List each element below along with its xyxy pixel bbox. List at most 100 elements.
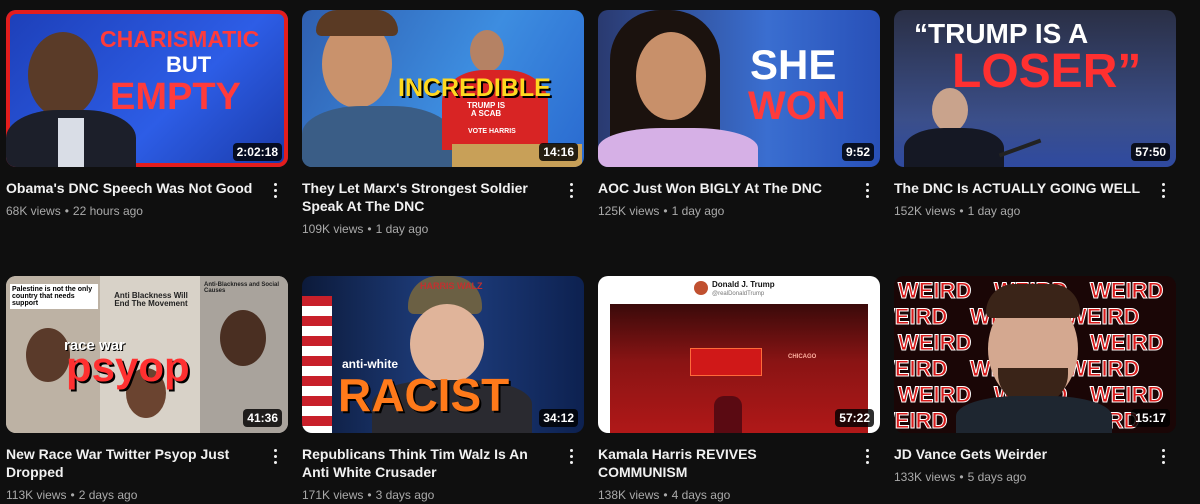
thumbnail-overlay-line: TRUMP IS A SCAB	[466, 101, 506, 118]
separator-dot: •	[663, 204, 668, 218]
view-count: 113K views	[6, 488, 67, 502]
weird-word: WEIRD	[897, 330, 972, 356]
video-title[interactable]: Obama's DNC Speech Was Not Good	[6, 179, 258, 197]
video-card: Palestine is not the only country that n…	[6, 276, 288, 503]
person-body	[904, 128, 1004, 167]
banner-shape	[690, 348, 762, 376]
hair-shape	[986, 284, 1080, 318]
microphone-shape	[998, 138, 1042, 158]
video-stats: 68K views • 22 hours ago	[6, 203, 258, 219]
person-head	[28, 32, 98, 118]
thumbnail-overlay-line: LOSER”	[952, 45, 1142, 98]
duration-badge: 2:02:18	[232, 143, 282, 161]
more-options-icon[interactable]	[1154, 179, 1172, 201]
separator-dot: •	[367, 222, 372, 236]
weird-word: WEIRD	[897, 278, 972, 304]
more-options-icon[interactable]	[1154, 445, 1172, 467]
person-body	[956, 396, 1112, 433]
view-count: 138K views	[598, 488, 660, 502]
video-stats: 171K views • 3 days ago	[302, 487, 554, 503]
separator-dot: •	[663, 488, 668, 502]
video-thumbnail[interactable]: WEIRDWEIRDWEIRDWEIRDWEIRDWEIRDWEIRDWEIRD…	[894, 276, 1176, 433]
video-title[interactable]: AOC Just Won BIGLY At The DNC	[598, 179, 850, 197]
video-title[interactable]: The DNC Is ACTUALLY GOING WELL	[894, 179, 1146, 197]
video-card: “TRUMP IS A LOSER” 57:50 The DNC Is ACTU…	[894, 10, 1176, 219]
thumbnail-overlay-line: BUT	[166, 52, 212, 77]
upload-age: 1 day ago	[671, 204, 725, 218]
more-options-icon[interactable]	[266, 445, 284, 467]
person-body	[302, 106, 452, 167]
view-count: 152K views	[894, 204, 956, 218]
person-body	[598, 128, 758, 167]
upload-age: 5 days ago	[967, 470, 1027, 484]
thumbnail-overlay-line: Anti Blackness Will End The Movement	[114, 291, 188, 308]
duration-badge: 15:17	[1131, 409, 1170, 427]
thumbnail-overlay-line: SHE	[750, 41, 837, 88]
video-title[interactable]: Republicans Think Tim Walz Is An Anti Wh…	[302, 445, 554, 481]
thumbnail-overlay-line: VOTE HARRIS	[468, 128, 516, 135]
duration-badge: 14:16	[539, 143, 578, 161]
view-count: 109K views	[302, 222, 364, 236]
video-card: SHE WON 9:52 AOC Just Won BIGLY At The D…	[598, 10, 880, 219]
upload-age: 22 hours ago	[72, 204, 143, 218]
speaker-figure	[714, 396, 742, 433]
thumbnail-overlay-line: Anti-Blackness and Social Causes	[204, 282, 280, 294]
thumbnail-overlay-line: Palestine is not the only country that n…	[10, 284, 98, 309]
shirt-shape	[58, 118, 84, 167]
more-options-icon[interactable]	[266, 179, 284, 201]
video-thumbnail[interactable]: HARRIS WALZ anti-white RACIST 34:12	[302, 276, 584, 433]
weird-word: WEIRD	[894, 356, 948, 382]
thumbnail-overlay-line: “TRUMP IS A	[914, 18, 1089, 49]
separator-dot: •	[959, 470, 964, 484]
video-thumbnail[interactable]: Donald J. Trump @realDonaldTrump CHICAGO…	[598, 276, 880, 433]
person-head	[220, 310, 266, 366]
weird-word: WEIRD	[897, 382, 972, 408]
video-thumbnail[interactable]: SHE WON 9:52	[598, 10, 880, 167]
weird-word: WEIRD	[1089, 330, 1164, 356]
video-stats: 109K views • 1 day ago	[302, 221, 554, 237]
view-count: 68K views	[6, 204, 61, 218]
duration-badge: 9:52	[841, 143, 874, 161]
thumbnail-overlay-line: INCREDIBLE	[398, 74, 551, 102]
more-options-icon[interactable]	[858, 445, 876, 467]
person-head	[636, 32, 706, 120]
upload-age: 3 days ago	[375, 488, 435, 502]
thumbnail-overlay-line: HARRIS WALZ	[420, 281, 483, 291]
duration-badge: 57:50	[1131, 143, 1170, 161]
view-count: 133K views	[894, 470, 956, 484]
video-card: TRUMP IS A SCAB VOTE HARRIS INCREDIBLE 1…	[302, 10, 584, 237]
thumbnail-overlay-line: EMPTY	[110, 76, 241, 118]
video-title[interactable]: They Let Marx's Strongest Soldier Speak …	[302, 179, 554, 215]
more-options-icon[interactable]	[858, 179, 876, 201]
thumbnail-overlay-line: RACIST	[338, 369, 510, 421]
separator-dot: •	[959, 204, 964, 218]
separator-dot: •	[367, 488, 372, 502]
thumbnail-overlay-line: CHICAGO	[788, 354, 817, 360]
video-title[interactable]: New Race War Twitter Psyop Just Dropped	[6, 445, 258, 481]
video-card: Donald J. Trump @realDonaldTrump CHICAGO…	[598, 276, 880, 503]
video-stats: 152K views • 1 day ago	[894, 203, 1146, 219]
video-grid: CHARISMATIC BUT EMPTY 2:02:18 Obama's DN…	[0, 0, 1200, 504]
video-title[interactable]: JD Vance Gets Weirder	[894, 445, 1146, 463]
video-card: WEIRDWEIRDWEIRDWEIRDWEIRDWEIRDWEIRDWEIRD…	[894, 276, 1176, 485]
thumbnail-overlay-line: Donald J. Trump	[712, 280, 775, 289]
hair-shape	[316, 10, 398, 36]
thumbnail-overlay-line: psyop	[66, 343, 190, 390]
video-thumbnail[interactable]: Palestine is not the only country that n…	[6, 276, 288, 433]
separator-dot: •	[70, 488, 75, 502]
video-thumbnail[interactable]: TRUMP IS A SCAB VOTE HARRIS INCREDIBLE 1…	[302, 10, 584, 167]
upload-age: 4 days ago	[671, 488, 731, 502]
video-card: HARRIS WALZ anti-white RACIST 34:12 Repu…	[302, 276, 584, 503]
thumbnail-overlay-line: CHARISMATIC	[100, 26, 260, 52]
video-thumbnail[interactable]: CHARISMATIC BUT EMPTY 2:02:18	[6, 10, 288, 167]
video-thumbnail[interactable]: “TRUMP IS A LOSER” 57:50	[894, 10, 1176, 167]
upload-age: 2 days ago	[78, 488, 138, 502]
weird-word: WEIRD	[894, 304, 948, 330]
more-options-icon[interactable]	[562, 179, 580, 201]
avatar	[694, 281, 708, 295]
separator-dot: •	[64, 204, 69, 218]
more-options-icon[interactable]	[562, 445, 580, 467]
video-title[interactable]: Kamala Harris REVIVES COMMUNISM	[598, 445, 850, 481]
video-stats: 138K views • 4 days ago	[598, 487, 850, 503]
flag-shape	[302, 296, 332, 433]
